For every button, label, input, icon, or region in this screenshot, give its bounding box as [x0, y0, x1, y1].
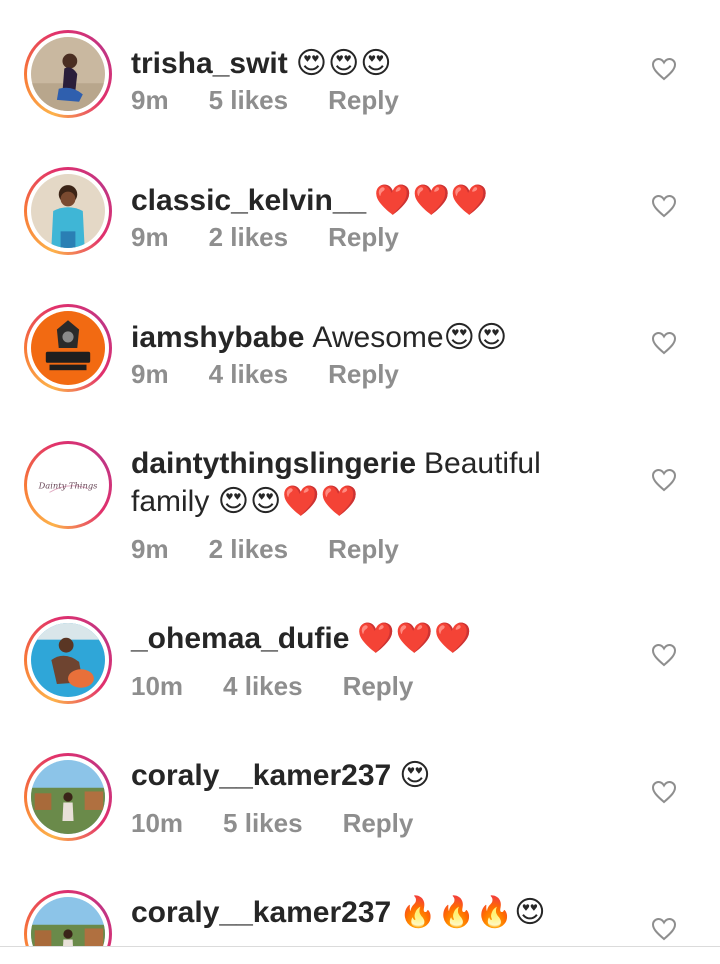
comment-emojis: 😍😍😍: [295, 47, 393, 80]
comment-row: coraly__kamer237 🔥🔥🔥😍: [0, 890, 720, 946]
comment-username[interactable]: trisha_swit: [131, 47, 288, 80]
avatar[interactable]: Dainty Things: [24, 441, 112, 529]
comment-emojis: 😍😍❤️❤️: [217, 485, 359, 518]
comment-text: coraly__kamer237 🔥🔥🔥😍: [131, 894, 601, 932]
comment-likes[interactable]: 4 likes: [223, 671, 303, 702]
comment-username[interactable]: daintythingslingerie: [131, 447, 416, 480]
comment-username[interactable]: coraly__kamer237: [131, 896, 391, 929]
comment-time: 9m: [131, 359, 169, 389]
comment-emojis: 😍😍: [443, 321, 509, 354]
reply-button[interactable]: Reply: [328, 85, 399, 116]
avatar[interactable]: [24, 616, 112, 704]
avatar[interactable]: [24, 30, 112, 118]
comment-meta: 9m 2 likes Reply: [131, 222, 399, 253]
comment-text: coraly__kamer237 😍: [131, 757, 601, 795]
comment-text: _ohemaa_dufie ❤️❤️❤️: [131, 620, 601, 658]
comment-meta: 9m 5 likes Reply: [131, 85, 399, 116]
reply-button[interactable]: Reply: [328, 222, 399, 253]
bottom-divider: [0, 946, 720, 947]
comments-list: trisha_swit 😍😍😍 9m 5 likes Reply classic_…: [0, 0, 720, 964]
comment-likes[interactable]: 5 likes: [223, 808, 303, 839]
comment-meta: 9m 2 likes Reply: [131, 534, 399, 565]
comment-time: 9m: [131, 534, 169, 564]
comment-likes[interactable]: 2 likes: [209, 534, 289, 565]
heart-outline-icon[interactable]: [651, 194, 677, 218]
reply-button[interactable]: Reply: [328, 359, 399, 390]
avatar-photo: Dainty Things: [31, 448, 105, 522]
comment-meta: 9m 4 likes Reply: [131, 359, 399, 390]
avatar-photo: [31, 174, 105, 248]
comment-likes[interactable]: 2 likes: [209, 222, 289, 253]
avatar-photo: [31, 760, 105, 834]
comment-body: Awesome: [312, 321, 444, 354]
comment-username[interactable]: coraly__kamer237: [131, 759, 391, 792]
avatar[interactable]: [24, 304, 112, 392]
comment-username[interactable]: _ohemaa_dufie: [131, 622, 349, 655]
heart-outline-icon[interactable]: [651, 780, 677, 804]
avatar-photo: [31, 623, 105, 697]
comment-time: 9m: [131, 222, 169, 252]
avatar[interactable]: [24, 167, 112, 255]
comment-time: 9m: [131, 85, 169, 115]
comment-likes[interactable]: 4 likes: [209, 359, 289, 390]
reply-button[interactable]: Reply: [343, 808, 414, 839]
heart-outline-icon[interactable]: [651, 57, 677, 81]
comment-emojis: ❤️❤️❤️: [357, 622, 473, 655]
avatar-photo: [31, 311, 105, 385]
heart-outline-icon[interactable]: [651, 643, 677, 667]
avatar-photo: [31, 37, 105, 111]
comment-emojis: ❤️❤️❤️: [374, 184, 490, 217]
comment-meta: 10m 5 likes Reply: [131, 808, 413, 839]
avatar-logo-text: Dainty Things: [38, 481, 98, 491]
comment-time: 10m: [131, 808, 184, 838]
comment-emojis: 😍: [399, 759, 432, 792]
avatar-photo: [31, 897, 105, 946]
reply-button[interactable]: Reply: [343, 671, 414, 702]
avatar[interactable]: [24, 890, 112, 946]
comment-text: classic_kelvin__ ❤️❤️❤️: [131, 182, 601, 220]
comment-username[interactable]: classic_kelvin__: [131, 184, 366, 217]
comment-text: trisha_swit 😍😍😍: [131, 45, 601, 83]
comment-likes[interactable]: 5 likes: [209, 85, 289, 116]
heart-outline-icon[interactable]: [651, 917, 677, 941]
comment-emojis: 🔥🔥🔥😍: [399, 896, 547, 929]
reply-button[interactable]: Reply: [328, 534, 399, 565]
comment-text: iamshybabe Awesome😍😍: [131, 319, 601, 357]
heart-outline-icon[interactable]: [651, 468, 677, 492]
comment-text: daintythingslingerie Beautiful family 😍😍❤…: [131, 445, 601, 521]
comment-meta: 10m 4 likes Reply: [131, 671, 413, 702]
avatar[interactable]: [24, 753, 112, 841]
heart-outline-icon[interactable]: [651, 331, 677, 355]
comment-username[interactable]: iamshybabe: [131, 321, 304, 354]
comment-time: 10m: [131, 671, 184, 701]
